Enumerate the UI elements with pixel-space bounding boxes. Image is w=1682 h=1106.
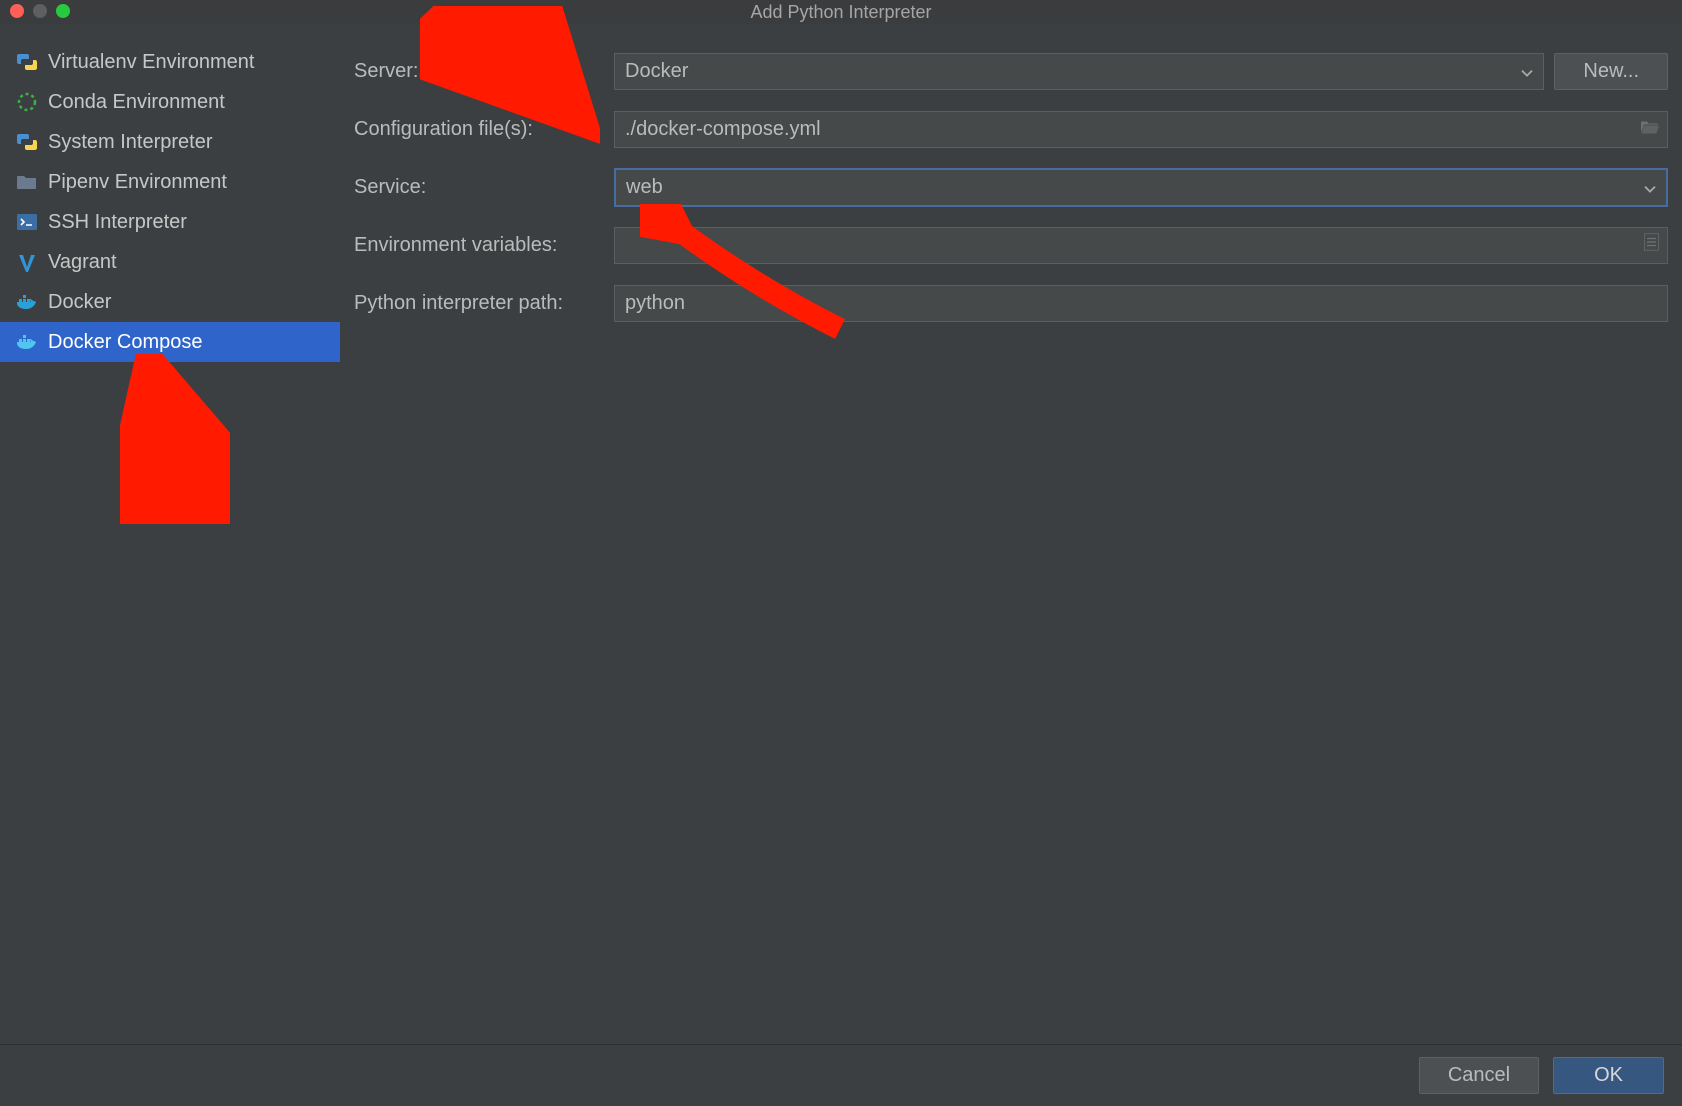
window-title: Add Python Interpreter [750,2,931,23]
sidebar-item-virtualenv[interactable]: Virtualenv Environment [0,42,340,82]
sidebar-item-label: Docker [48,291,111,314]
terminal-icon [16,211,38,233]
sidebar: Virtualenv Environment Conda Environment… [0,24,340,1044]
traffic-lights [10,4,70,18]
config-file-field[interactable]: ./docker-compose.yml [614,111,1668,148]
sidebar-item-docker[interactable]: Docker [0,282,340,322]
sidebar-item-label: SSH Interpreter [48,211,187,234]
env-variables-field[interactable] [614,227,1668,264]
python-path-value: python [625,292,685,315]
python-path-field[interactable]: python [614,285,1668,322]
service-dropdown[interactable]: web [614,168,1668,207]
sidebar-item-ssh[interactable]: SSH Interpreter [0,202,340,242]
chevron-down-icon [1644,177,1656,200]
list-icon[interactable] [1644,234,1659,257]
sidebar-item-label: System Interpreter [48,131,213,154]
server-label: Server: [354,60,614,83]
sidebar-item-label: Docker Compose [48,331,203,354]
sidebar-item-conda[interactable]: Conda Environment [0,82,340,122]
config-file-value: ./docker-compose.yml [625,118,821,141]
sidebar-item-vagrant[interactable]: Vagrant [0,242,340,282]
server-value: Docker [625,60,688,83]
vagrant-icon [16,251,38,273]
docker-compose-icon [16,331,38,353]
sidebar-item-label: Pipenv Environment [48,171,227,194]
path-label: Python interpreter path: [354,292,614,315]
sidebar-item-label: Vagrant [48,251,117,274]
conda-icon [16,91,38,113]
service-value: web [626,176,663,199]
ok-button[interactable]: OK [1553,1057,1664,1094]
fullscreen-icon[interactable] [56,4,70,18]
service-label: Service: [354,176,614,199]
env-label: Environment variables: [354,234,614,257]
chevron-down-icon [1521,61,1533,84]
folder-open-icon[interactable] [1641,118,1659,141]
dialog-footer: Cancel OK [0,1044,1682,1106]
minimize-icon [33,4,47,18]
sidebar-item-pipenv[interactable]: Pipenv Environment [0,162,340,202]
python-icon [16,51,38,73]
main-panel: Server: Docker New... Configuration file… [340,24,1682,1044]
server-dropdown[interactable]: Docker [614,53,1544,90]
sidebar-item-system[interactable]: System Interpreter [0,122,340,162]
folder-icon [16,171,38,193]
new-server-button[interactable]: New... [1554,53,1668,90]
sidebar-item-label: Virtualenv Environment [48,51,254,74]
cancel-button[interactable]: Cancel [1419,1057,1539,1094]
sidebar-item-docker-compose[interactable]: Docker Compose [0,322,340,362]
close-icon[interactable] [10,4,24,18]
titlebar: Add Python Interpreter [0,0,1682,24]
config-label: Configuration file(s): [354,118,614,141]
docker-icon [16,291,38,313]
python-icon [16,131,38,153]
sidebar-item-label: Conda Environment [48,91,225,114]
